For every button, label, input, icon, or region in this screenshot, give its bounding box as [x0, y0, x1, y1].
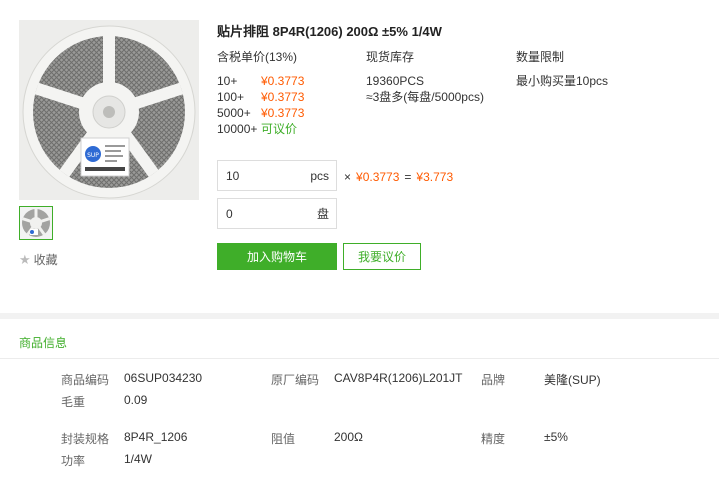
price-calculation: × ¥0.3773 = ¥3.773: [344, 170, 453, 184]
section-divider: [0, 313, 719, 319]
stock-reels: ≈3盘多(每盘/5000pcs): [366, 90, 484, 104]
calc-unit-price: ¥0.3773: [356, 170, 400, 184]
attr-value-resistance: 200Ω: [334, 430, 363, 444]
star-icon: ★: [19, 251, 31, 267]
reel-quantity-value: 0: [226, 206, 233, 221]
attr-label-package: 封装规格: [61, 432, 110, 446]
attr-label-brand: 品牌: [481, 373, 506, 387]
limit-header: 数量限制: [516, 50, 565, 64]
reel-thumbnail-icon: [22, 209, 50, 237]
favorite-label: 收藏: [33, 253, 58, 267]
limit-value: 最小购买量10pcs: [516, 74, 609, 88]
times-sign: ×: [344, 170, 352, 184]
attr-value-mfr-code: CAV8P4R(1206)L201JT: [334, 371, 463, 385]
tape-reel-image: SUP: [19, 20, 199, 200]
tier-price: ¥0.3773: [261, 90, 305, 104]
tier-qty: 10+: [217, 74, 238, 88]
attr-label-resistance: 阻值: [271, 432, 296, 446]
equals-sign: =: [404, 170, 412, 184]
attr-value-brand: 美隆(SUP): [544, 373, 601, 387]
product-image[interactable]: SUP: [19, 20, 199, 200]
reel-sticker-brand: SUP: [87, 152, 99, 159]
tier-qty: 5000+: [217, 106, 251, 120]
add-to-cart-button[interactable]: 加入购物车: [217, 243, 337, 270]
section-underline: [0, 358, 719, 359]
tier-qty: 10000+: [217, 122, 258, 136]
limit-info: 最小购买量10pcs: [516, 73, 608, 89]
pcs-unit-label: pcs: [310, 168, 329, 183]
price-tiers: 10+ ¥0.3773 100+ ¥0.3773 5000+ ¥0.3773 1…: [217, 73, 304, 137]
attr-label-gross-weight: 毛重: [61, 395, 86, 409]
price-tier: 100+ ¥0.3773: [217, 89, 304, 105]
stock-count: 19360PCS: [366, 74, 425, 88]
tier-price: ¥0.3773: [261, 74, 305, 88]
reel-unit-label: 盘: [316, 207, 329, 221]
favorite-button[interactable]: ★ 收藏: [19, 251, 58, 268]
price-header: 含税单价(13%): [217, 50, 298, 64]
stock-info: 19360PCS ≈3盘多(每盘/5000pcs): [366, 73, 484, 105]
tier-price: ¥0.3773: [261, 106, 305, 120]
info-section-title: 商品信息: [19, 336, 68, 350]
attr-label-product-code: 商品编码: [61, 373, 110, 387]
attr-label-tolerance: 精度: [481, 432, 506, 446]
price-tier: 10000+ 可议价: [217, 121, 304, 137]
attr-value-product-code: 06SUP034230: [124, 371, 203, 385]
attr-label-mfr-code: 原厂编码: [271, 373, 320, 387]
attr-label-power: 功率: [61, 454, 86, 468]
attr-value-gross-weight: 0.09: [124, 393, 148, 407]
attr-value-package: 8P4R_1206: [124, 430, 188, 444]
pcs-quantity-value: 10: [226, 168, 240, 183]
pcs-quantity-input[interactable]: 10 pcs: [217, 160, 337, 191]
attr-value-power: 1/4W: [124, 452, 153, 466]
product-title: 贴片排阻 8P4R(1206) 200Ω ±5% 1/4W: [217, 24, 442, 39]
attr-value-tolerance: ±5%: [544, 430, 568, 444]
request-quote-button[interactable]: 我要议价: [343, 243, 421, 270]
tier-qty: 100+: [217, 90, 245, 104]
stock-header: 现货库存: [366, 50, 415, 64]
reel-quantity-input[interactable]: 0 盘: [217, 198, 337, 229]
tier-negotiable: 可议价: [261, 122, 298, 136]
product-thumbnail[interactable]: [19, 206, 53, 240]
price-tier: 10+ ¥0.3773: [217, 73, 304, 89]
calc-total-price: ¥3.773: [416, 170, 454, 184]
price-tier: 5000+ ¥0.3773: [217, 105, 304, 121]
